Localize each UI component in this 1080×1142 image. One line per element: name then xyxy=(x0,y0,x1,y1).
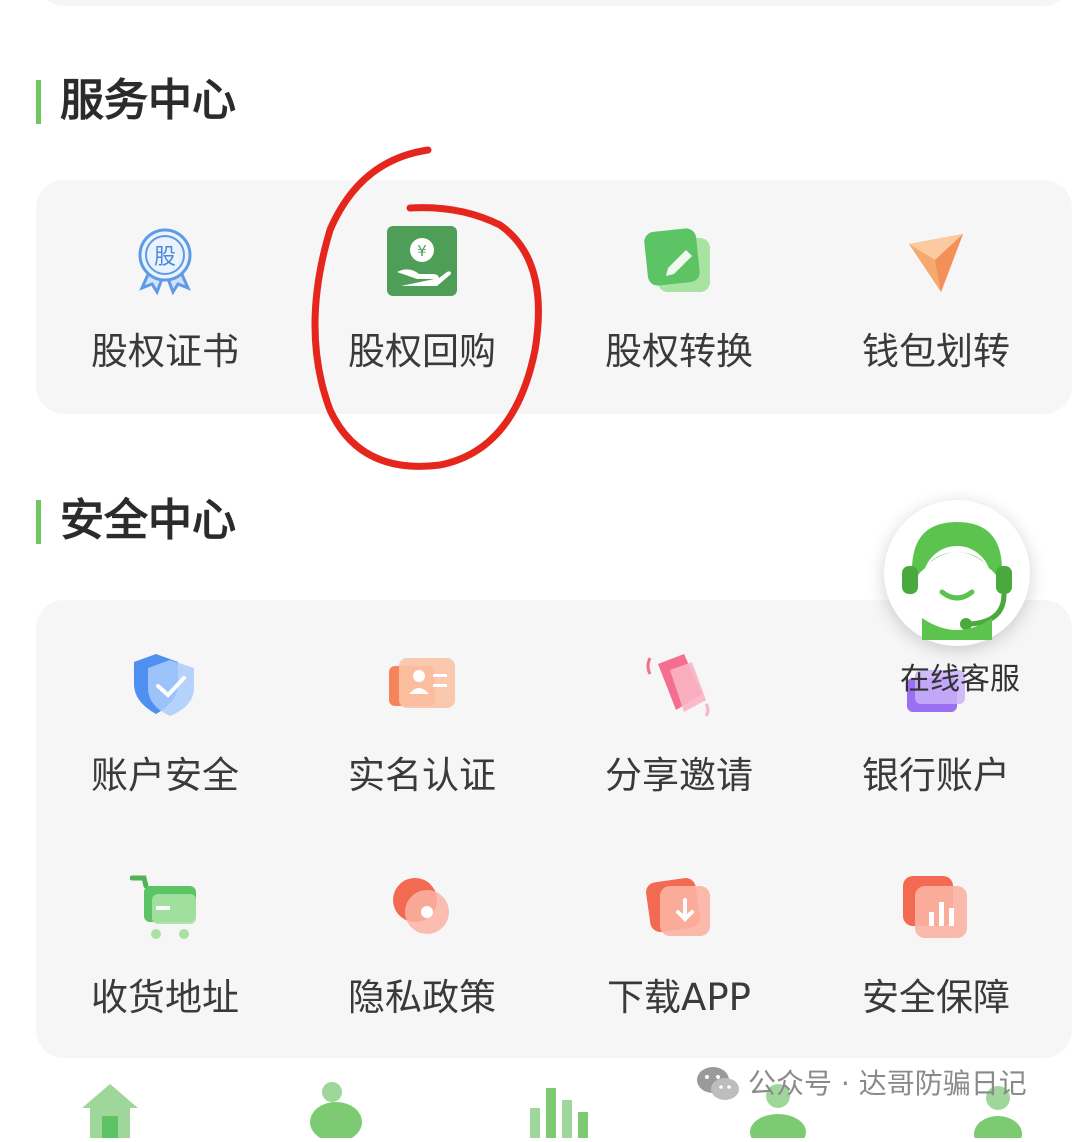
section-title: 安全中心 xyxy=(60,495,236,546)
service-center-card: 股 股权证书 ¥ 股权回购 股权转换 钱包划转 xyxy=(36,180,1072,414)
service-item-label: 股权回购 xyxy=(348,330,496,373)
section-accent-bar xyxy=(36,80,41,124)
security-item-label: 收货地址 xyxy=(91,976,239,1019)
security-chart-icon xyxy=(901,872,971,942)
security-item-shipping-address[interactable]: 收货地址 xyxy=(40,872,290,1042)
previous-card xyxy=(36,0,1072,6)
wechat-icon xyxy=(696,1064,740,1104)
svg-text:¥: ¥ xyxy=(417,242,427,260)
shield-icon xyxy=(130,650,200,720)
equity-buyback-icon: ¥ xyxy=(387,226,457,296)
piggy-bank-icon[interactable] xyxy=(302,1078,366,1142)
wallet-transfer-icon xyxy=(901,226,971,296)
security-item-security-guarantee[interactable]: 安全保障 xyxy=(811,872,1061,1042)
service-item-label: 股权证书 xyxy=(91,330,239,373)
service-item-equity-conversion[interactable]: 股权转换 xyxy=(554,226,804,396)
section-accent-bar xyxy=(36,500,41,544)
section-title: 服务中心 xyxy=(60,75,236,126)
home-icon[interactable] xyxy=(78,1078,142,1138)
security-item-account-security[interactable]: 账户安全 xyxy=(40,650,290,820)
security-item-download-app[interactable]: 下载APP xyxy=(554,872,804,1042)
service-item-label: 钱包划转 xyxy=(862,330,1010,373)
watermark-text: 公众号 · 达哥防骗日记 xyxy=(748,1067,1027,1100)
security-item-label: 隐私政策 xyxy=(348,976,496,1019)
security-item-privacy-policy[interactable]: 隐私政策 xyxy=(297,872,547,1042)
service-item-equity-certificate[interactable]: 股 股权证书 xyxy=(40,226,290,396)
security-item-label: 账户安全 xyxy=(91,754,239,797)
service-item-equity-buyback[interactable]: ¥ 股权回购 xyxy=(297,226,547,396)
equity-badge-text: 股 xyxy=(154,245,176,270)
share-icon xyxy=(644,650,714,720)
shopping-cart-icon xyxy=(129,872,200,942)
download-icon xyxy=(644,872,714,942)
privacy-icon xyxy=(387,872,457,942)
service-item-label: 股权转换 xyxy=(605,330,753,373)
online-customer-service-button[interactable]: 在线客服 xyxy=(880,500,1040,710)
security-item-label: 分享邀请 xyxy=(605,754,753,797)
headset-agent-icon xyxy=(884,500,1030,646)
security-item-label: 下载APP xyxy=(607,976,751,1019)
equity-certificate-icon: 股 xyxy=(130,226,200,296)
security-item-label: 安全保障 xyxy=(862,976,1010,1019)
service-item-wallet-transfer[interactable]: 钱包划转 xyxy=(811,226,1061,396)
security-item-label: 实名认证 xyxy=(348,754,496,797)
security-item-share-invite[interactable]: 分享邀请 xyxy=(554,650,804,820)
security-item-real-name-verification[interactable]: 实名认证 xyxy=(297,650,547,820)
equity-conversion-icon xyxy=(644,226,714,296)
id-card-icon xyxy=(387,650,457,720)
security-item-label: 银行账户 xyxy=(862,754,1010,797)
customer-service-label: 在线客服 xyxy=(900,662,1020,697)
chart-icon[interactable] xyxy=(526,1078,590,1138)
